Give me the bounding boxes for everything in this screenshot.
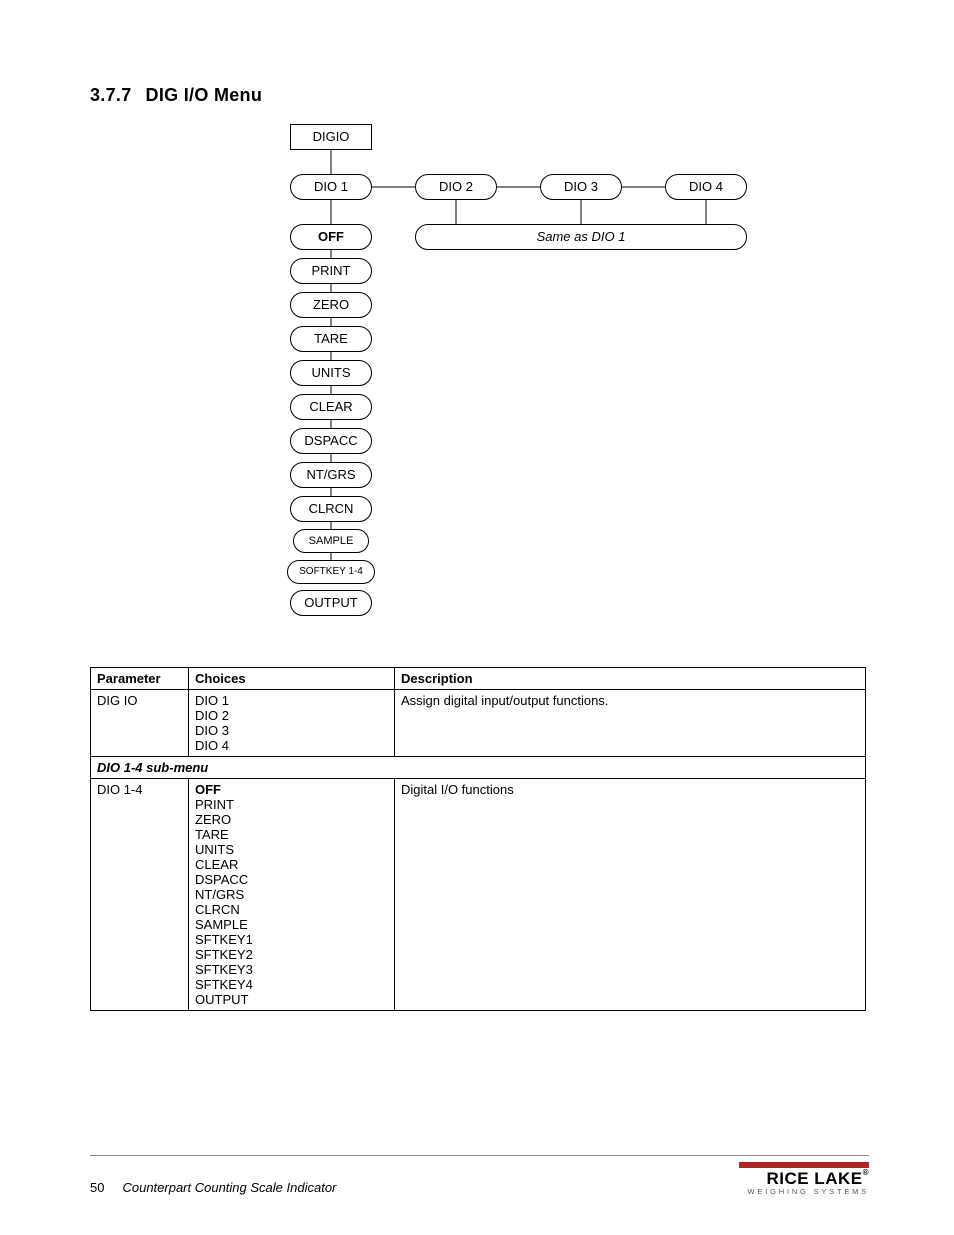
parameter-table: Parameter Choices Description DIG IO DIO… — [90, 667, 866, 1011]
choice-item: DIO 4 — [195, 738, 388, 753]
th-parameter: Parameter — [91, 668, 189, 690]
diagram-dio4: DIO 4 — [665, 174, 747, 200]
section-heading: 3.7.7 DIG I/O Menu — [90, 85, 869, 106]
choice-item: DIO 2 — [195, 708, 388, 723]
diagram-opt-dspacc: DSPACC — [290, 428, 372, 454]
choice-item: DIO 3 — [195, 723, 388, 738]
choice-item: SAMPLE — [195, 917, 388, 932]
logo-name: RICE LAKE® — [739, 1170, 869, 1187]
choice-item: SFTKEY1 — [195, 932, 388, 947]
logo-bar — [739, 1162, 869, 1168]
section-title: DIG I/O Menu — [146, 85, 263, 105]
diagram-opt-output: OUTPUT — [290, 590, 372, 616]
choice-item: TARE — [195, 827, 388, 842]
th-description: Description — [395, 668, 866, 690]
choice-item: PRINT — [195, 797, 388, 812]
table-row: DIG IO DIO 1 DIO 2 DIO 3 DIO 4 Assign di… — [91, 690, 866, 757]
diagram-dio2: DIO 2 — [415, 174, 497, 200]
diagram-opt-ntgrs: NT/GRS — [290, 462, 372, 488]
th-choices: Choices — [189, 668, 395, 690]
page-footer: 50 Counterpart Counting Scale Indicator … — [90, 1155, 869, 1196]
choice-item: NT/GRS — [195, 887, 388, 902]
table-header-row: Parameter Choices Description — [91, 668, 866, 690]
diagram-opt-off: OFF — [290, 224, 372, 250]
choice-item: SFTKEY2 — [195, 947, 388, 962]
cell-choices: OFF PRINT ZERO TARE UNITS CLEAR DSPACC N… — [189, 779, 395, 1011]
choice-item: UNITS — [195, 842, 388, 857]
choice-item: OUTPUT — [195, 992, 388, 1007]
page-number: 50 — [90, 1180, 104, 1195]
doc-title: Counterpart Counting Scale Indicator — [122, 1180, 336, 1195]
diagram-opt-print: PRINT — [290, 258, 372, 284]
submenu-label: DIO 1-4 sub-menu — [91, 757, 866, 779]
menu-diagram: DIGIO DIO 1 DIO 2 DIO 3 DIO 4 OFF PRINT … — [280, 124, 870, 619]
diagram-opt-softkey: SOFTKEY 1-4 — [287, 560, 375, 584]
choice-item: CLEAR — [195, 857, 388, 872]
cell-desc: Assign digital input/output functions. — [395, 690, 866, 757]
section-number: 3.7.7 — [90, 85, 132, 105]
choice-item: DSPACC — [195, 872, 388, 887]
choice-item: OFF — [195, 782, 388, 797]
diagram-root: DIGIO — [290, 124, 372, 150]
choice-item: SFTKEY3 — [195, 962, 388, 977]
diagram-opt-sample: SAMPLE — [293, 529, 369, 553]
choice-item: CLRCN — [195, 902, 388, 917]
diagram-opt-clear: CLEAR — [290, 394, 372, 420]
diagram-opt-units: UNITS — [290, 360, 372, 386]
brand-logo: RICE LAKE® WEIGHING SYSTEMS — [739, 1162, 869, 1196]
choice-item: DIO 1 — [195, 693, 388, 708]
table-submenu-row: DIO 1-4 sub-menu — [91, 757, 866, 779]
diagram-dio3: DIO 3 — [540, 174, 622, 200]
footer-divider — [90, 1155, 869, 1156]
diagram-dio1: DIO 1 — [290, 174, 372, 200]
cell-choices: DIO 1 DIO 2 DIO 3 DIO 4 — [189, 690, 395, 757]
cell-desc: Digital I/O functions — [395, 779, 866, 1011]
diagram-opt-tare: TARE — [290, 326, 372, 352]
choice-item: SFTKEY4 — [195, 977, 388, 992]
choice-item: ZERO — [195, 812, 388, 827]
cell-param: DIO 1-4 — [91, 779, 189, 1011]
cell-param: DIG IO — [91, 690, 189, 757]
logo-sub: WEIGHING SYSTEMS — [739, 1188, 869, 1196]
diagram-sameas: Same as DIO 1 — [415, 224, 747, 250]
diagram-opt-zero: ZERO — [290, 292, 372, 318]
diagram-opt-clrcn: CLRCN — [290, 496, 372, 522]
table-row: DIO 1-4 OFF PRINT ZERO TARE UNITS CLEAR … — [91, 779, 866, 1011]
